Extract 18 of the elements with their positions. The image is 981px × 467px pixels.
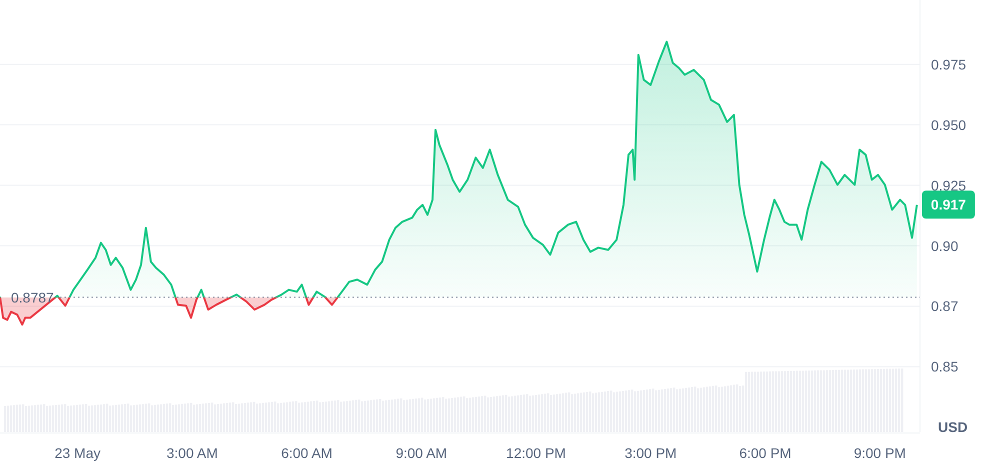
x-axis-label: 3:00 PM bbox=[624, 445, 677, 461]
x-axis-label: 6:00 AM bbox=[281, 445, 332, 461]
x-axis-label: 3:00 AM bbox=[166, 445, 218, 461]
baseline-price-label: 0.8787 bbox=[11, 289, 54, 306]
x-axis-label: 12:00 PM bbox=[506, 445, 566, 461]
x-axis-label: 9:00 AM bbox=[396, 445, 448, 461]
x-axis-label: 6:00 PM bbox=[739, 445, 792, 461]
y-axis-label: 0.925 bbox=[931, 177, 966, 194]
x-axis-label: 23 May bbox=[54, 445, 101, 461]
y-axis-label: 0.90 bbox=[931, 238, 958, 254]
current-price-badge: 0.917 bbox=[922, 190, 975, 219]
y-axis-label: 0.87 bbox=[931, 298, 958, 314]
x-axis-label: 9:00 PM bbox=[854, 445, 906, 461]
annotation: 0.917 bbox=[930, 196, 966, 213]
y-axis-label: 0.950 bbox=[931, 116, 966, 133]
y-axis-label: 0.975 bbox=[931, 56, 966, 72]
y-axis-label: 0.85 bbox=[931, 358, 958, 375]
currency-label: USD bbox=[938, 419, 968, 435]
